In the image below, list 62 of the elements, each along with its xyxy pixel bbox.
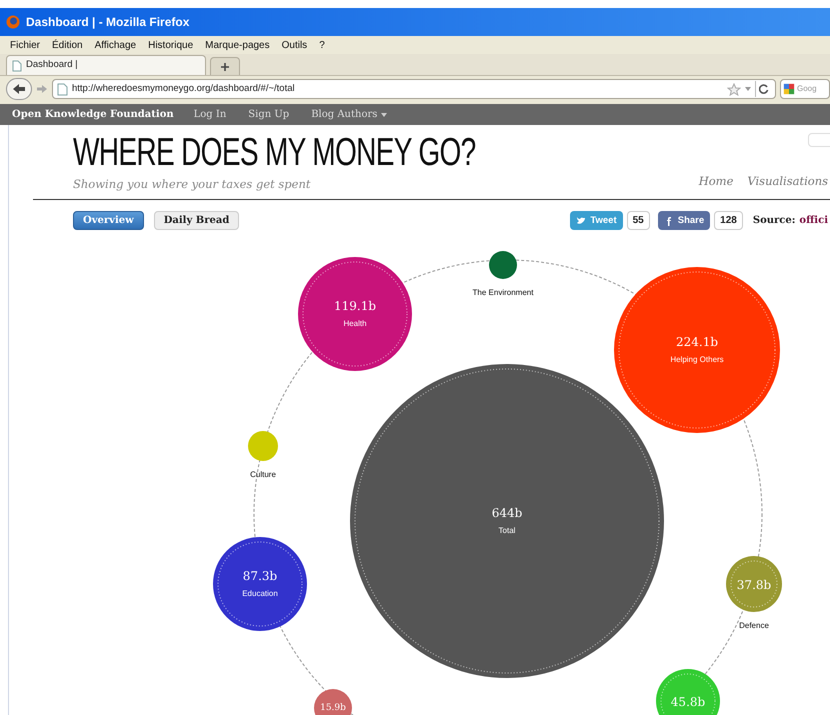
nav-link[interactable]: Home <box>698 173 734 190</box>
bubble-value: 644b <box>492 505 522 522</box>
reload-button[interactable] <box>755 81 771 97</box>
bubble-value: 45.8b <box>670 694 706 711</box>
menu-item[interactable]: Outils <box>282 38 308 52</box>
view-tab[interactable]: Overview <box>73 211 144 230</box>
bubble[interactable] <box>213 537 307 631</box>
page-icon <box>57 82 68 96</box>
menu-item[interactable]: Historique <box>148 38 194 52</box>
back-arrow-icon <box>12 83 26 95</box>
star-icon[interactable] <box>727 82 741 96</box>
share-button[interactable]: Share <box>658 211 710 230</box>
address-bar[interactable]: http://wheredoesmymoneygo.org/dashboard/#/~/total <box>52 79 776 99</box>
bubble[interactable] <box>314 689 352 715</box>
nav-link[interactable]: Log In <box>194 107 226 122</box>
site-subtitle: Showing you where your taxes get spent <box>73 176 312 193</box>
bird-icon <box>576 216 586 226</box>
bubble-label: The Environment <box>472 287 534 299</box>
bubble-label: Total <box>498 525 516 537</box>
menu-item[interactable]: Affichage <box>94 38 136 52</box>
firefox-icon <box>6 15 20 29</box>
search-box[interactable]: Goog <box>780 79 830 99</box>
menu-item[interactable]: Édition <box>52 38 83 52</box>
dropdown-icon[interactable] <box>745 87 751 91</box>
nav-link[interactable]: Blog Authors <box>311 107 388 122</box>
bubble-value: 15.9b <box>320 702 346 715</box>
view-tab[interactable]: Daily Bread <box>154 211 240 230</box>
bubble-value: 224.1b <box>676 334 718 351</box>
new-tab-button[interactable] <box>210 57 240 75</box>
menu-item[interactable]: Fichier <box>10 38 40 52</box>
menu-item[interactable]: ? <box>319 38 325 52</box>
bubble-label: Defence <box>739 620 769 632</box>
menu-item[interactable]: Marque-pages <box>205 38 270 52</box>
google-icon <box>783 83 795 95</box>
share-count: 128 <box>714 211 743 230</box>
plus-icon <box>220 62 230 72</box>
nav-link[interactable]: Visualisations <box>747 173 828 190</box>
bubble-label: Helping Others <box>670 354 724 366</box>
caret-icon <box>381 112 388 116</box>
bubble[interactable] <box>298 257 412 371</box>
back-button[interactable] <box>6 78 32 100</box>
bubble-label: Education <box>242 588 278 600</box>
share-count: 55 <box>626 211 650 230</box>
forward-icon[interactable] <box>36 84 48 94</box>
site-brand[interactable]: Open Knowledge Foundation <box>12 107 174 122</box>
bubble-value: 87.3b <box>242 568 278 585</box>
source-link[interactable]: offici <box>799 213 828 228</box>
bubble[interactable] <box>614 267 780 433</box>
bubble-label: Health <box>343 318 367 330</box>
bubble[interactable] <box>350 364 664 678</box>
bubble-label: Culture <box>250 469 276 481</box>
nav-link[interactable]: Sign Up <box>248 107 290 122</box>
bubble-value: 119.1b <box>334 298 376 315</box>
bubble[interactable] <box>489 251 517 279</box>
window-title: Dashboard | - Mozilla Firefox <box>26 14 190 31</box>
page-icon <box>12 60 22 72</box>
search-field[interactable]: Goog <box>797 83 827 95</box>
source-label: Source: <box>752 214 796 228</box>
bubble-value: 37.8b <box>736 577 772 594</box>
browser-tab[interactable]: Dashboard | <box>6 55 206 75</box>
site-title: WHERE DOES MY MONEY GO? <box>73 133 476 173</box>
search-input[interactable] <box>808 133 830 147</box>
